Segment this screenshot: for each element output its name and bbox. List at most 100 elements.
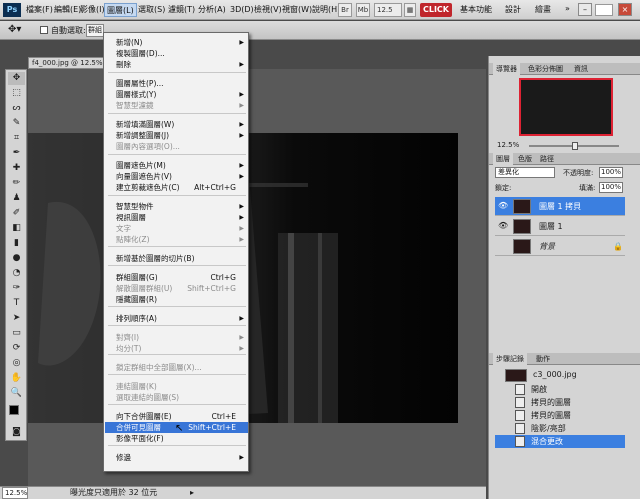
auto-select-target-dropdown[interactable]: 群組: [86, 24, 104, 37]
layer-menu-item[interactable]: 圖層樣式(Y) ▶: [105, 89, 248, 100]
layer-menu-item[interactable]: 圖層遮色片(M) ▶: [105, 160, 248, 171]
status-zoom-field[interactable]: 12.5%: [2, 487, 28, 499]
crop-tool-icon[interactable]: ⌗: [8, 132, 25, 145]
history-item[interactable]: 拷貝的圖層: [495, 396, 625, 409]
history-item[interactable]: 陰影/亮部: [495, 422, 625, 435]
blend-mode-dropdown[interactable]: 差異化: [495, 167, 555, 178]
minimize-icon[interactable]: –: [578, 3, 592, 16]
3d-rotate-tool-icon[interactable]: ⟳: [8, 342, 25, 355]
shape-tool-icon[interactable]: ▭: [8, 327, 25, 340]
history-snapshot[interactable]: c3_000.jpg: [495, 369, 625, 383]
history-item[interactable]: 開啟: [495, 383, 625, 396]
workspace-overflow-icon[interactable]: »: [565, 4, 570, 13]
layer-menu-item[interactable]: 建立剪裁遮色片(C) Alt+Ctrl+G: [105, 182, 248, 193]
layer-item[interactable]: 👁 圖層 1: [495, 217, 625, 236]
tab-navigator[interactable]: 導覽器: [493, 63, 520, 75]
history-item[interactable]: 混合更改: [495, 435, 625, 448]
history-step-icon: [515, 423, 525, 434]
layer-menu-item[interactable]: 智慧型物件 ▶: [105, 201, 248, 212]
tab-layers[interactable]: 圖層: [493, 153, 513, 165]
tab-channels[interactable]: 色版: [515, 153, 535, 165]
layer-menu-item[interactable]: 向量圖遮色片(V) ▶: [105, 171, 248, 182]
layer-menu-item[interactable]: 修邊 ▶: [105, 452, 248, 463]
workspace-painting[interactable]: 繪畫: [535, 4, 551, 15]
opacity-field[interactable]: 100%: [599, 167, 623, 178]
layer-menu-item[interactable]: 影像平面化(F): [105, 433, 248, 444]
history-item[interactable]: 拷貝的圖層: [495, 409, 625, 422]
minibridge-button[interactable]: Mb: [356, 3, 370, 17]
move-tool-icon[interactable]: ✥: [8, 72, 25, 85]
layer-menu-item[interactable]: 向下合併圖層(E) Ctrl+E: [105, 411, 248, 422]
menu-view[interactable]: 檢視(V): [252, 3, 284, 17]
menu-image[interactable]: 影像(I): [78, 3, 107, 17]
layer-item[interactable]: 👁 圖層 1 拷貝: [495, 197, 625, 216]
auto-select-checkbox[interactable]: [40, 26, 48, 34]
tab-info[interactable]: 資訊: [571, 63, 591, 75]
marquee-tool-icon[interactable]: ⬚: [8, 87, 25, 100]
workspace-design[interactable]: 設計: [505, 4, 521, 15]
eye-icon[interactable]: 👁: [498, 201, 508, 211]
layer-menu-item[interactable]: 新增填滿圖層(W) ▶: [105, 119, 248, 130]
layer-menu-item[interactable]: 新增基於圖層的切片(B): [105, 253, 248, 264]
menu-analysis[interactable]: 分析(A): [196, 3, 228, 17]
close-icon[interactable]: ×: [618, 3, 632, 16]
tab-history[interactable]: 步驟記錄: [493, 353, 527, 365]
arrange-documents-icon[interactable]: ▦: [404, 3, 416, 17]
navigator-slider-thumb[interactable]: [572, 142, 578, 150]
tab-paths[interactable]: 路徑: [537, 153, 557, 165]
eye-icon[interactable]: [498, 241, 508, 251]
bridge-button[interactable]: Br: [338, 3, 352, 17]
tab-actions[interactable]: 動作: [533, 353, 553, 365]
3d-orbit-tool-icon[interactable]: ◎: [8, 357, 25, 370]
options-bar: ✥▾ 自動選取: 群組: [0, 21, 640, 40]
menu-filter[interactable]: 濾鏡(T): [166, 3, 197, 17]
fill-field[interactable]: 100%: [599, 182, 623, 193]
layer-item[interactable]: 背景 🔒: [495, 237, 625, 256]
dodge-tool-icon[interactable]: ◔: [8, 267, 25, 280]
menu-item-label: 向量圖遮色片(V): [116, 172, 172, 181]
quick-select-tool-icon[interactable]: ✎: [8, 117, 25, 130]
layer-menu-item[interactable]: 隱藏圖層(R): [105, 294, 248, 305]
clone-stamp-tool-icon[interactable]: ♟: [8, 192, 25, 205]
eyedropper-tool-icon[interactable]: ✒: [8, 147, 25, 160]
move-tool-icon[interactable]: ✥▾: [8, 24, 21, 35]
menu-item-label: 連結圖層(K): [116, 382, 157, 391]
menu-file[interactable]: 檔案(F): [24, 3, 55, 17]
path-select-tool-icon[interactable]: ➤: [8, 312, 25, 325]
search-field[interactable]: [595, 4, 613, 16]
lasso-tool-icon[interactable]: ᔕ: [8, 102, 25, 115]
menu-separator: [108, 246, 246, 247]
foreground-color-swatch[interactable]: [9, 405, 19, 415]
type-tool-icon[interactable]: T: [8, 297, 25, 310]
layer-menu-item[interactable]: 視訊圖層 ▶: [105, 212, 248, 223]
menu-layer[interactable]: 圖層(L): [104, 3, 137, 17]
navigator-preview[interactable]: [519, 78, 613, 136]
brush-tool-icon[interactable]: ✏: [8, 177, 25, 190]
layer-menu-item[interactable]: 圖層屬性(P)...: [105, 78, 248, 89]
history-brush-tool-icon[interactable]: ✐: [8, 207, 25, 220]
menu-item-label: 文字: [116, 224, 131, 233]
layer-menu-item[interactable]: 群組圖層(G) Ctrl+G: [105, 272, 248, 283]
pen-tool-icon[interactable]: ✑: [8, 282, 25, 295]
status-menu-arrow-icon[interactable]: ▸: [190, 487, 194, 499]
layer-menu-item[interactable]: 新增(N) ▶: [105, 37, 248, 48]
layer-menu-item[interactable]: 新增調整圖層(J) ▶: [105, 130, 248, 141]
healing-brush-tool-icon[interactable]: ✚: [8, 162, 25, 175]
zoom-tool-icon[interactable]: 🔍: [8, 387, 25, 400]
quick-mask-icon[interactable]: ◙: [8, 426, 25, 439]
eye-icon[interactable]: 👁: [498, 221, 508, 231]
layer-menu-item[interactable]: 刪除 ▶: [105, 59, 248, 70]
blur-tool-icon[interactable]: ●: [8, 252, 25, 265]
layer-menu-item[interactable]: 合併可見圖層 Shift+Ctrl+E ↖: [105, 422, 248, 434]
layer-menu-item[interactable]: 排列順序(A) ▶: [105, 313, 248, 324]
menu-select[interactable]: 選取(S): [136, 3, 167, 17]
workspace-essentials[interactable]: 基本功能: [460, 4, 492, 15]
layer-menu-item[interactable]: 複製圖層(D)...: [105, 48, 248, 59]
menu-separator: [108, 404, 246, 405]
hand-tool-icon[interactable]: ✋: [8, 372, 25, 385]
gradient-tool-icon[interactable]: ▮: [8, 237, 25, 250]
eraser-tool-icon[interactable]: ◧: [8, 222, 25, 235]
tab-histogram[interactable]: 色彩分佈圖: [525, 63, 566, 75]
history-panel-tabs: 步驟記錄 動作: [489, 353, 640, 365]
zoom-level-field[interactable]: 12.5: [374, 3, 402, 17]
